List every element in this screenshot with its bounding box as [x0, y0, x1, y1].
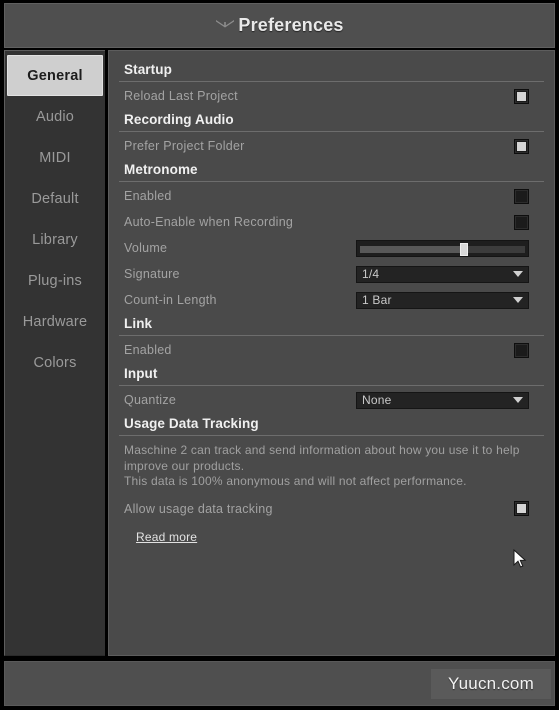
- setting-row-count-in-length: Count-in Length 1 Bar: [119, 287, 544, 313]
- chevron-down-icon: [513, 271, 523, 277]
- sidebar-item-midi[interactable]: MIDI: [5, 137, 105, 178]
- metronome-volume-slider[interactable]: [356, 239, 529, 257]
- setting-row-allow-usage-data-tracking: Allow usage data tracking: [119, 496, 544, 522]
- sidebar-item-label: MIDI: [39, 149, 71, 166]
- setting-row-prefer-project-folder: Prefer Project Folder: [119, 133, 544, 159]
- sidebar-item-default[interactable]: Default: [5, 178, 105, 219]
- watermark: Yuucn.com: [431, 669, 551, 699]
- setting-row-link-enabled: Enabled: [119, 337, 544, 363]
- sidebar-item-hardware[interactable]: Hardware: [5, 301, 105, 342]
- ni-wing-logo-icon: [215, 16, 235, 30]
- usage-data-description-line-2: improve our products.: [124, 458, 245, 473]
- chevron-down-icon: [513, 397, 523, 403]
- preferences-window: Preferences General Audio MIDI Default L…: [0, 0, 559, 710]
- dropdown-value: None: [362, 393, 392, 407]
- setting-label: Quantize: [124, 393, 177, 407]
- section-heading-link: Link: [119, 313, 544, 336]
- setting-label: Allow usage data tracking: [124, 501, 273, 516]
- setting-label: Reload Last Project: [124, 89, 238, 103]
- title-wrap: Preferences: [215, 15, 343, 36]
- usage-data-description-line-3: This data is 100% anonymous and will not…: [124, 474, 467, 488]
- sidebar-item-label: Library: [32, 231, 78, 248]
- sidebar-item-label: General: [27, 67, 83, 84]
- setting-label: Auto-Enable when Recording: [124, 215, 294, 229]
- setting-row-metronome-enabled: Enabled: [119, 183, 544, 209]
- section-heading-recording-audio: Recording Audio: [119, 109, 544, 132]
- allow-usage-data-tracking-checkbox[interactable]: [514, 501, 529, 516]
- metronome-auto-enable-checkbox[interactable]: [514, 214, 529, 230]
- usage-data-description: Maschine 2 can track and send informatio…: [119, 437, 544, 496]
- setting-label: Prefer Project Folder: [124, 139, 245, 153]
- slider-fill: [360, 245, 464, 253]
- section-heading-input: Input: [119, 363, 544, 386]
- window-title: Preferences: [238, 15, 344, 35]
- sidebar-nav: General Audio MIDI Default Library Plug-…: [4, 50, 105, 656]
- title-bar: Preferences: [4, 3, 555, 48]
- section-heading-usage-data-tracking: Usage Data Tracking: [119, 413, 544, 436]
- slider-knob[interactable]: [460, 242, 468, 256]
- read-more-row: Read more: [119, 522, 544, 546]
- setting-label: Count-in Length: [124, 293, 217, 307]
- setting-row-metronome-auto-enable: Auto-Enable when Recording: [119, 209, 544, 235]
- sidebar-item-plug-ins[interactable]: Plug-ins: [5, 260, 105, 301]
- sidebar-item-label: Default: [31, 190, 79, 207]
- setting-label: Volume: [124, 241, 168, 255]
- usage-data-description-line-1: Maschine 2 can track and send informatio…: [124, 443, 520, 457]
- setting-row-metronome-signature: Signature 1/4: [119, 261, 544, 287]
- metronome-signature-dropdown[interactable]: 1/4: [356, 265, 529, 283]
- prefer-project-folder-checkbox[interactable]: [514, 138, 529, 154]
- chevron-down-icon: [513, 297, 523, 303]
- dropdown-value: 1 Bar: [362, 293, 392, 307]
- reload-last-project-checkbox[interactable]: [514, 88, 529, 104]
- sidebar-item-library[interactable]: Library: [5, 219, 105, 260]
- setting-label: Enabled: [124, 343, 172, 357]
- section-heading-metronome: Metronome: [119, 159, 544, 182]
- sidebar-item-label: Hardware: [22, 313, 88, 330]
- setting-row-reload-last-project: Reload Last Project: [119, 83, 544, 109]
- setting-row-metronome-volume: Volume: [119, 235, 544, 261]
- sidebar-item-audio[interactable]: Audio: [5, 96, 105, 137]
- setting-label: Signature: [124, 267, 180, 281]
- count-in-length-dropdown[interactable]: 1 Bar: [356, 291, 529, 309]
- read-more-link[interactable]: Read more: [136, 530, 197, 544]
- section-heading-startup: Startup: [119, 59, 544, 82]
- setting-row-quantize: Quantize None: [119, 387, 544, 413]
- sidebar-item-label: Audio: [35, 108, 75, 125]
- setting-label: Enabled: [124, 189, 172, 203]
- link-enabled-checkbox[interactable]: [514, 342, 529, 358]
- sidebar-item-label: Plug-ins: [28, 272, 82, 289]
- general-settings-panel: Startup Reload Last Project Recording Au…: [108, 50, 555, 656]
- sidebar-item-label: Colors: [33, 354, 77, 371]
- input-quantize-dropdown[interactable]: None: [356, 391, 529, 409]
- sidebar-item-general[interactable]: General: [7, 55, 103, 96]
- sidebar-item-colors[interactable]: Colors: [5, 342, 105, 383]
- dropdown-value: 1/4: [362, 267, 380, 281]
- metronome-enabled-checkbox[interactable]: [514, 188, 529, 204]
